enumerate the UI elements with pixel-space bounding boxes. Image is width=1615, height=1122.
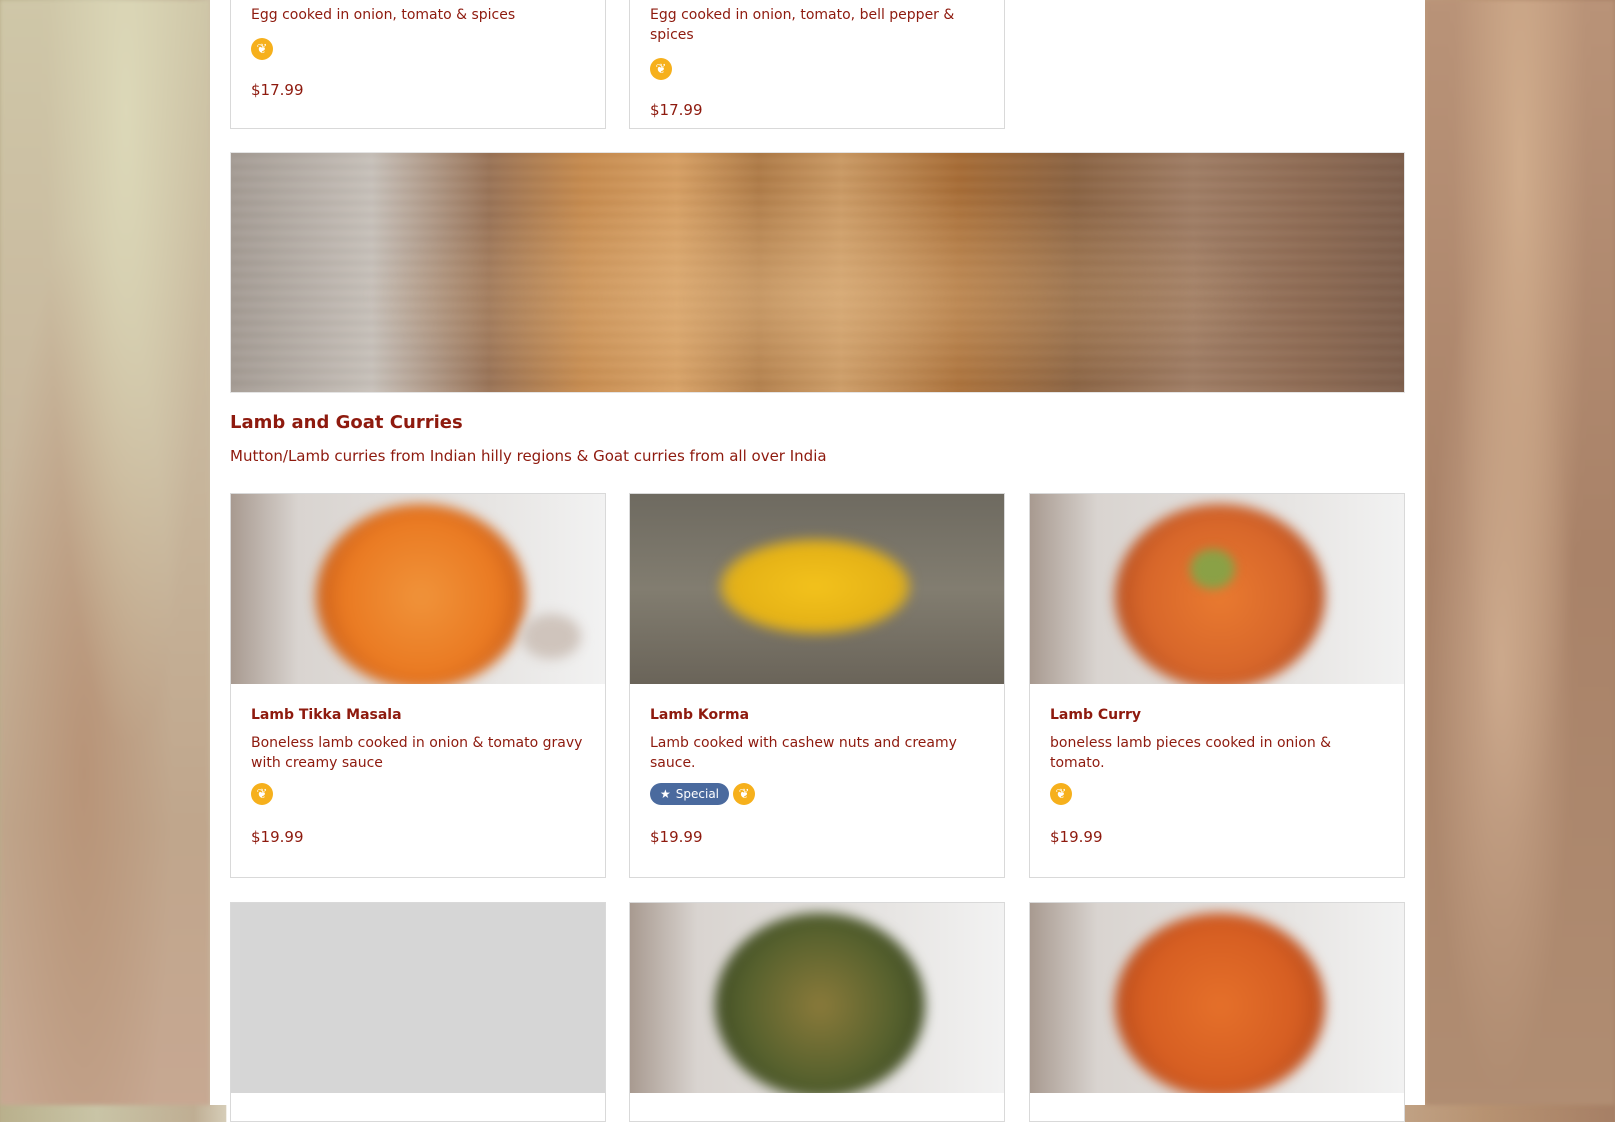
item-tags: ★ Special ❦ [650,782,986,806]
item-price: $17.99 [650,101,703,119]
item-description: Lamb cooked with cashew nuts and creamy … [650,735,957,771]
item-price: $17.99 [251,81,304,99]
item-price: $19.99 [1050,828,1103,846]
menu-item-card[interactable]: Egg cooked in onion, tomato, bell pepper… [629,0,1005,129]
menu-item-card[interactable] [230,902,606,1122]
item-image [231,494,605,684]
item-image [1030,903,1404,1093]
special-label: Special [675,787,720,801]
star-icon: ★ [660,787,671,801]
item-tags: ❦ [1050,782,1386,806]
item-description: Egg cooked in onion, tomato, bell pepper… [650,7,955,43]
item-price: $19.99 [650,828,703,846]
background-left [0,0,210,1105]
item-image [630,494,1004,684]
section-title: Lamb and Goat Curries [230,412,463,433]
wheat-icon: ❦ [251,38,273,60]
item-image [1030,494,1404,684]
wheat-icon: ❦ [733,783,756,805]
section-subtitle: Mutton/Lamb curries from Indian hilly re… [230,447,827,465]
wheat-icon: ❦ [251,783,273,805]
item-price: $19.99 [251,828,304,846]
menu-item-card[interactable]: Lamb Curry boneless lamb pieces cooked i… [1029,493,1405,878]
item-image [630,903,1004,1093]
menu-item-card[interactable]: Egg cooked in onion, tomato & spices ❦ $… [230,0,606,129]
menu-content: Egg cooked in onion, tomato & spices ❦ $… [210,0,1425,1122]
item-image-placeholder [231,903,605,1093]
menu-item-card[interactable] [1029,902,1405,1122]
menu-item-card[interactable]: Lamb Tikka Masala Boneless lamb cooked i… [230,493,606,878]
item-description: boneless lamb pieces cooked in onion & t… [1050,735,1332,771]
wheat-icon: ❦ [650,58,672,80]
item-title: Lamb Curry [1050,707,1142,723]
item-title: Lamb Tikka Masala [251,707,402,723]
item-title: Lamb Korma [650,707,750,723]
item-tags: ❦ [650,57,986,81]
item-description: Egg cooked in onion, tomato & spices [251,7,516,23]
section-banner-image [230,152,1405,393]
background-right [1425,0,1615,1105]
item-tags: ❦ [251,782,587,806]
item-description: Boneless lamb cooked in onion & tomato g… [251,735,583,771]
menu-item-card[interactable] [629,902,1005,1122]
menu-item-card[interactable]: Lamb Korma Lamb cooked with cashew nuts … [629,493,1005,878]
item-tags: ❦ [251,37,587,61]
special-badge: ★ Special [650,783,730,805]
wheat-icon: ❦ [1050,783,1072,805]
